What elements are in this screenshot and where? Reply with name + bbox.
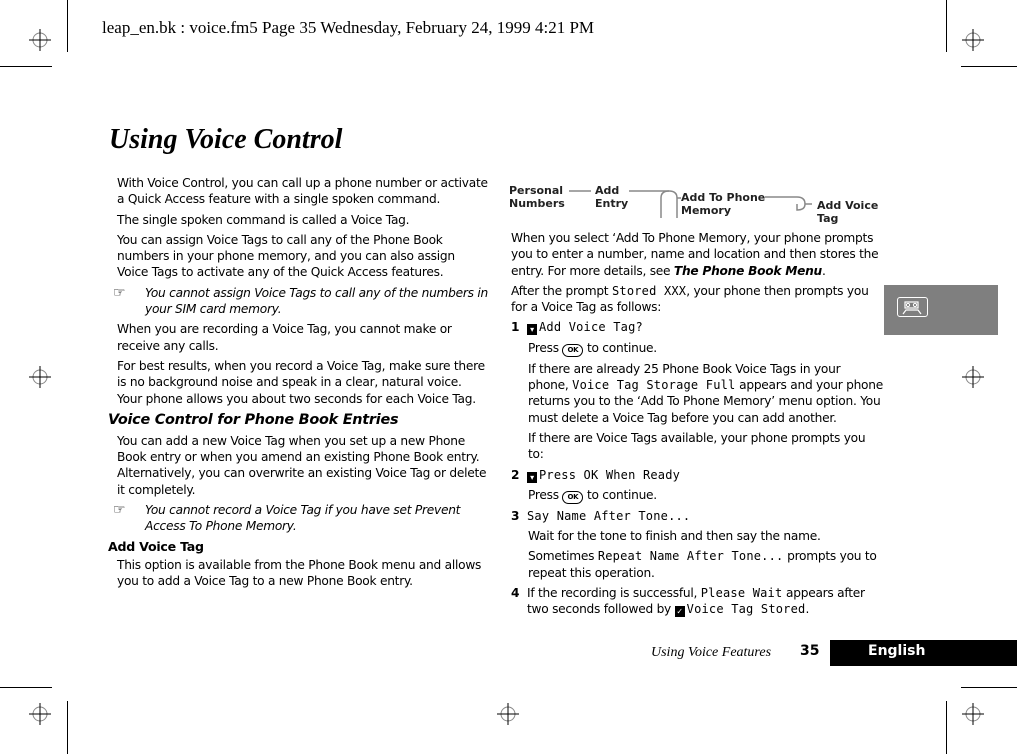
display-text: Repeat Name After Tone... (597, 549, 784, 564)
language-label: English (868, 643, 926, 659)
paragraph: If there are Voice Tags available, your … (528, 430, 866, 462)
paragraph: With Voice Control, you can call up a ph… (117, 176, 488, 207)
print-header: leap_en.bk : voice.fm5 Page 35 Wednesday… (102, 18, 595, 37)
crop-mark (961, 66, 1017, 67)
menu-node-personal-numbers: Personal Numbers (509, 184, 565, 210)
paragraph: When you select ‘Add To Phone Memory, yo… (511, 231, 879, 278)
step-3: 3 Say Name After Tone... (511, 508, 691, 523)
note-text: You cannot record a Voice Tag if you hav… (145, 503, 461, 534)
step-4: 4 If the recording is successful, Please… (511, 586, 865, 618)
registration-mark-icon (962, 29, 984, 51)
cross-reference-link[interactable]: The Phone Book Menu (674, 264, 822, 278)
paragraph: Press OK to continue. (528, 340, 657, 357)
display-indicator-icon: ▾ (527, 324, 537, 336)
paragraph: You can assign Voice Tags to call any of… (117, 232, 455, 280)
menu-node-add-voice-tag: Add Voice Tag (817, 199, 879, 225)
paragraph: After the prompt Stored XXX, your phone … (511, 283, 869, 315)
note: ☞ You cannot record a Voice Tag if you h… (113, 502, 489, 535)
paragraph: For best results, when you record a Voic… (117, 358, 485, 406)
note: ☞ You cannot assign Voice Tags to call a… (113, 285, 489, 318)
ok-key-icon: OK (562, 343, 584, 357)
crop-mark (946, 701, 947, 754)
menu-node-add-to-phone-memory: Add To Phone Memory (681, 191, 766, 217)
registration-mark-icon (497, 703, 519, 725)
registration-mark-icon (962, 703, 984, 725)
paragraph: If there are already 25 Phone Book Voice… (528, 361, 883, 425)
menu-path-diagram: Personal Numbers Add Entry Add To Phone Mem… (509, 184, 889, 228)
menu-node-add-entry: Add Entry (595, 184, 629, 210)
crop-mark (0, 687, 52, 688)
ok-key-icon: OK (562, 490, 584, 504)
crop-mark (0, 66, 52, 67)
paragraph: Sometimes Repeat Name After Tone... prom… (528, 549, 877, 580)
display-text: Say Name After Tone... (527, 508, 691, 523)
right-column: When you select ‘Add To Phone Memory, yo… (511, 230, 883, 622)
paragraph: Wait for the tone to finish and then say… (528, 529, 821, 544)
pointing-hand-icon: ☞ (113, 284, 126, 301)
step-1: 1 ▾ Add Voice Tag? (511, 320, 643, 336)
display-text: Please Wait (700, 586, 783, 601)
display-text: Voice Tag Stored (686, 602, 806, 617)
step-2: 2 ▾ Press OK When Ready (511, 467, 681, 483)
display-text: Voice Tag Storage Full (572, 378, 736, 393)
subsection-heading: Add Voice Tag (108, 538, 204, 554)
crop-mark (67, 0, 68, 52)
registration-mark-icon (29, 366, 51, 388)
registration-mark-icon (962, 366, 984, 388)
display-text: Add Voice Tag? (539, 320, 643, 335)
page-title: Using Voice Control (109, 124, 343, 155)
crop-mark (961, 687, 1017, 688)
crop-mark (67, 701, 68, 754)
paragraph: This option is available from the Phone … (117, 557, 482, 588)
section-heading: Voice Control for Phone Book Entries (108, 411, 399, 428)
crop-mark (946, 0, 947, 52)
paragraph: The single spoken command is called a Vo… (117, 212, 410, 227)
display-text: Press OK When Ready (539, 467, 681, 482)
page-number: 35 (800, 643, 820, 659)
paragraph: Press OK to continue. (528, 487, 657, 504)
paragraph: When you are recording a Voice Tag, you … (117, 322, 452, 353)
pointing-hand-icon: ☞ (113, 502, 126, 519)
display-text: Stored XXX (611, 283, 687, 298)
check-icon: ✓ (674, 606, 685, 618)
left-column: With Voice Control, you can call up a ph… (108, 175, 489, 593)
note-text: You cannot assign Voice Tags to call any… (145, 285, 489, 317)
cassette-icon (897, 297, 928, 317)
display-indicator-icon: ▾ (527, 471, 537, 483)
registration-mark-icon (29, 703, 51, 725)
paragraph: You can add a new Voice Tag when you set… (117, 433, 487, 497)
footer-section-title: Using Voice Features (651, 645, 772, 660)
registration-mark-icon (29, 29, 51, 51)
